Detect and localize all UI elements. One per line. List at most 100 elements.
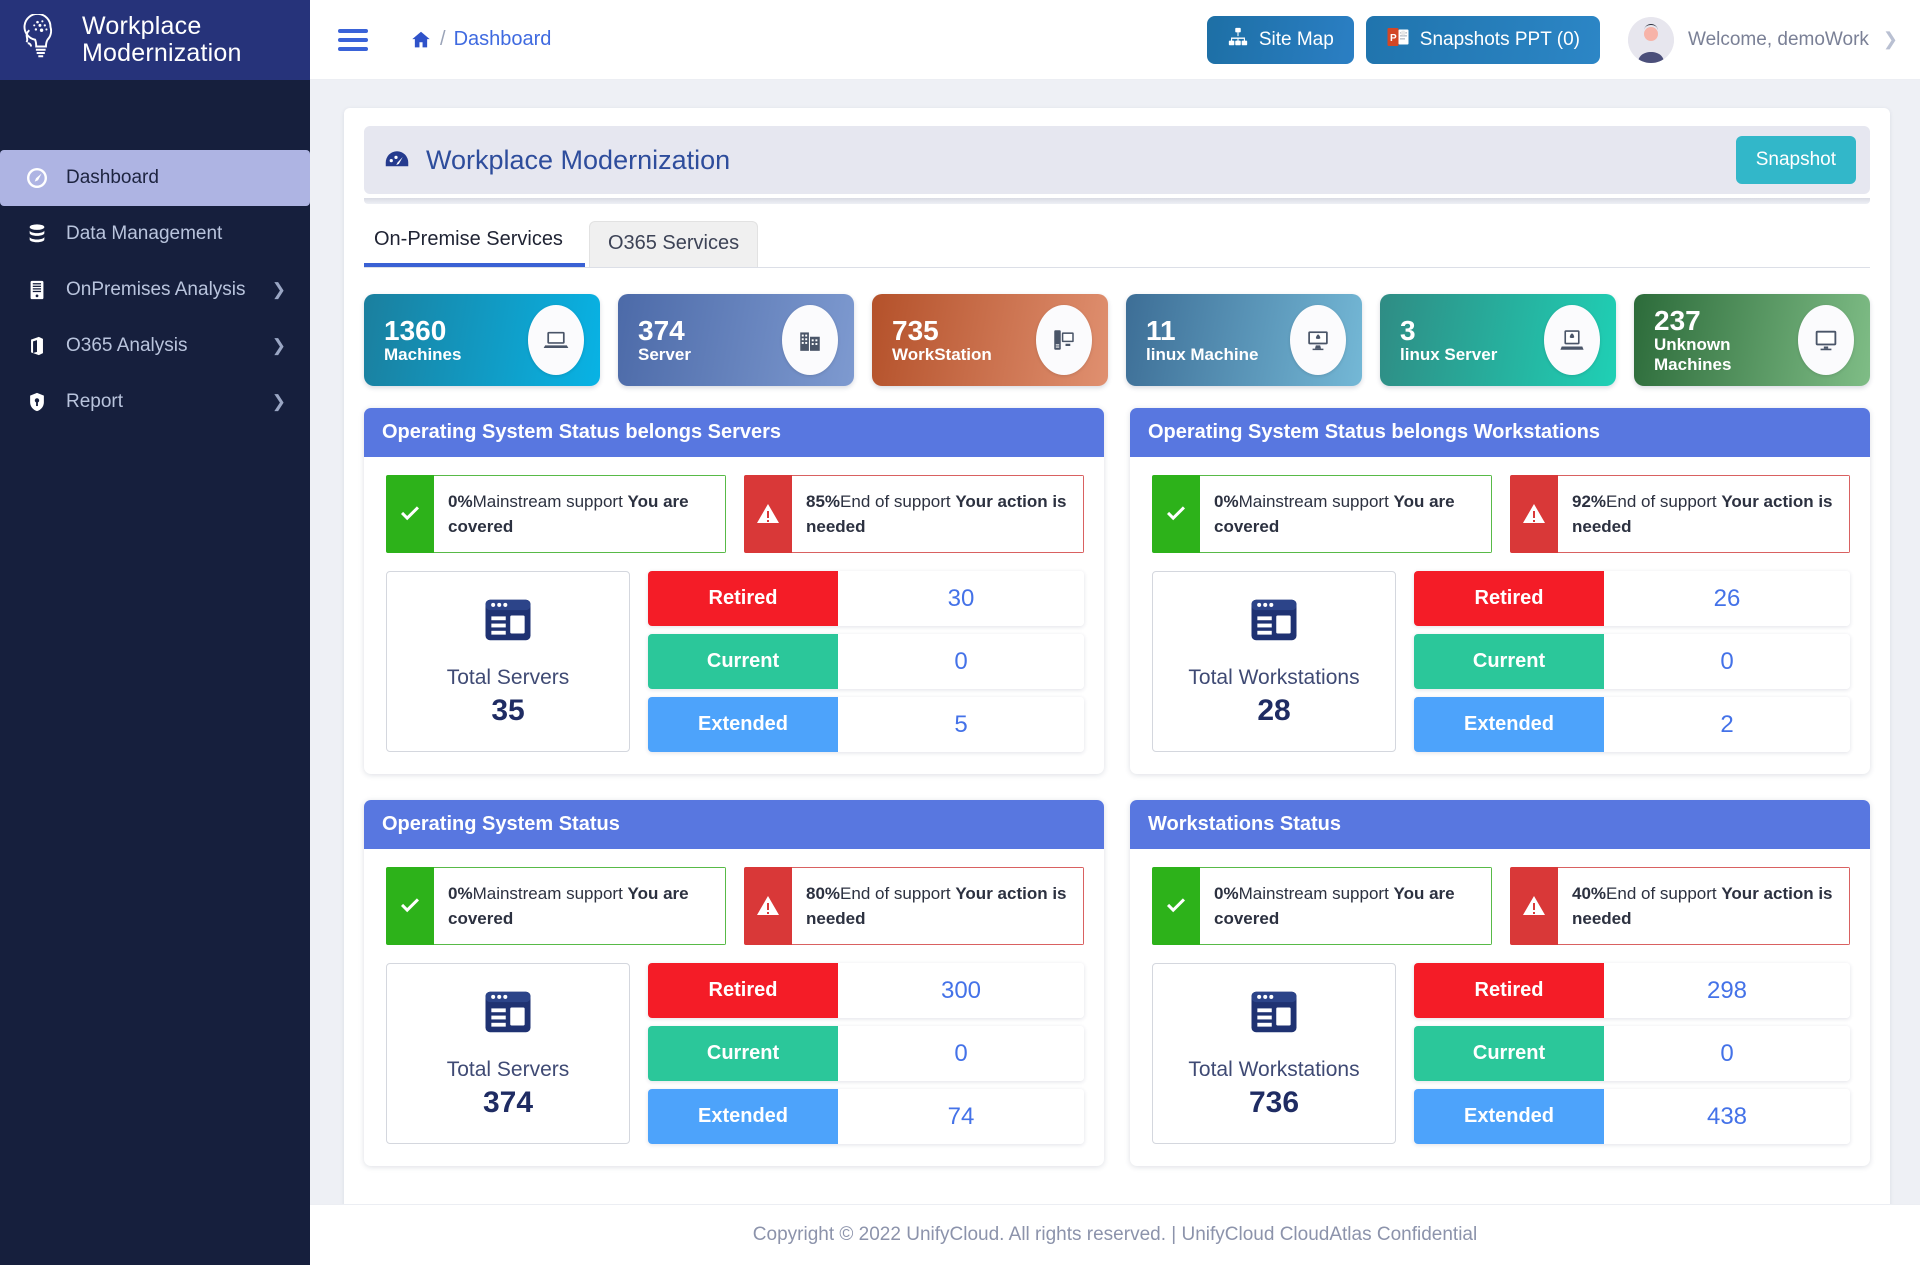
- hamburger-menu-icon[interactable]: [338, 29, 368, 51]
- total-value: 374: [483, 1086, 533, 1120]
- snapshot-button[interactable]: Snapshot: [1736, 136, 1856, 184]
- status-row-extended[interactable]: Extended 5: [648, 697, 1084, 752]
- alert-text: 0%Mainstream support You are covered: [434, 867, 726, 945]
- sidebar-item-onpremises-analysis[interactable]: OnPremises Analysis ❯: [0, 262, 310, 318]
- status-row-retired[interactable]: Retired 300: [648, 963, 1084, 1018]
- sidebar-item-data-management[interactable]: Data Management: [0, 206, 310, 262]
- stat-card-linux-server[interactable]: 3 linux Server: [1380, 294, 1616, 386]
- site-map-button[interactable]: Site Map: [1207, 16, 1354, 64]
- alert-percent: 40%: [1572, 884, 1606, 903]
- alert-message: End of support: [840, 492, 955, 511]
- panel-title: Operating System Status belongs Servers: [364, 408, 1104, 457]
- panel-column-right: Operating System Status belongs Workstat…: [1130, 408, 1870, 1166]
- stat-card-machines[interactable]: 1360 Machines: [364, 294, 600, 386]
- panel-column-left: Operating System Status belongs Servers …: [364, 408, 1104, 1166]
- browser-window-icon: [481, 593, 535, 652]
- snapshots-ppt-button-label: Snapshots PPT (0): [1420, 29, 1580, 51]
- status-row-value: 2: [1604, 697, 1850, 752]
- home-icon[interactable]: [410, 29, 432, 51]
- total-value: 35: [491, 694, 524, 728]
- sidebar-item-o365-analysis[interactable]: O365 Analysis ❯: [0, 318, 310, 374]
- status-row-retired[interactable]: Retired 298: [1414, 963, 1850, 1018]
- status-row-retired[interactable]: Retired 26: [1414, 571, 1850, 626]
- alert-message: Mainstream support: [473, 884, 628, 903]
- alert-row: 0%Mainstream support You are covered: [1152, 867, 1850, 945]
- stat-card-workstation[interactable]: 735 WorkStation: [872, 294, 1108, 386]
- tab-o365-services[interactable]: O365 Services: [589, 221, 758, 267]
- breadcrumb-current[interactable]: Dashboard: [454, 28, 552, 51]
- status-row-label: Extended: [1414, 1089, 1604, 1144]
- status-row-extended[interactable]: Extended 74: [648, 1089, 1084, 1144]
- status-row-label: Retired: [648, 963, 838, 1018]
- sidebar-item-label: Dashboard: [66, 167, 286, 189]
- browser-window-icon: [1247, 985, 1301, 1044]
- status-row-current[interactable]: Current 0: [648, 634, 1084, 689]
- alert-mainstream-support: 0%Mainstream support You are covered: [386, 475, 726, 553]
- status-rows: Retired 26 Current 0 Extende: [1414, 571, 1850, 752]
- alert-message: End of support: [1606, 884, 1721, 903]
- status-row-extended[interactable]: Extended 2: [1414, 697, 1850, 752]
- server-rack-icon: [24, 279, 50, 301]
- stat-card-unknown-machines[interactable]: 237 Unknown Machines: [1634, 294, 1870, 386]
- status-row-label: Retired: [1414, 963, 1604, 1018]
- total-label: Total Workstations: [1188, 1058, 1359, 1082]
- panel-workstations-status: Workstations Status 0%Mainstream support: [1130, 800, 1870, 1166]
- panel-body: 0%Mainstream support You are covered: [1130, 457, 1870, 774]
- alert-percent: 0%: [448, 884, 473, 903]
- sitemap-icon: [1227, 26, 1249, 54]
- total-value: 736: [1249, 1086, 1299, 1120]
- sidebar-item-label: O365 Analysis: [66, 335, 256, 357]
- user-menu[interactable]: Welcome, demoWork ❯: [1622, 17, 1898, 63]
- status-row-value: 438: [1604, 1089, 1850, 1144]
- status-row-label: Current: [648, 634, 838, 689]
- brand-logo-block[interactable]: Workplace Modernization: [0, 0, 310, 80]
- total-box: Total Workstations 28: [1152, 571, 1396, 752]
- content-area: Workplace Modernization Snapshot On-Prem…: [310, 80, 1920, 1204]
- stat-card-label: Machines: [384, 345, 461, 365]
- status-row-value: 300: [838, 963, 1084, 1018]
- status-row-extended[interactable]: Extended 438: [1414, 1089, 1850, 1144]
- alert-percent: 0%: [1214, 884, 1239, 903]
- sidebar-item-dashboard[interactable]: Dashboard: [0, 150, 310, 206]
- brand-name: Workplace Modernization: [82, 13, 242, 67]
- topbar: / Dashboard Site Map P: [310, 0, 1920, 80]
- alert-text: 80%End of support Your action is needed: [792, 867, 1084, 945]
- status-row-value: 0: [1604, 1026, 1850, 1081]
- stat-card-value: 374: [638, 316, 691, 345]
- alert-mainstream-support: 0%Mainstream support You are covered: [1152, 475, 1492, 553]
- status-rows: Retired 30 Current 0 Extende: [648, 571, 1084, 752]
- site-map-button-label: Site Map: [1259, 29, 1334, 51]
- status-row-current[interactable]: Current 0: [1414, 634, 1850, 689]
- snapshots-ppt-button[interactable]: P Snapshots PPT (0): [1366, 16, 1600, 64]
- status-row-value: 30: [838, 571, 1084, 626]
- page-header: Workplace Modernization Snapshot: [364, 126, 1870, 194]
- tab-on-premise-services[interactable]: On-Premise Services: [364, 218, 585, 267]
- alert-message: Mainstream support: [1239, 492, 1394, 511]
- panel-grid: Operating System Status belongs Servers …: [364, 408, 1870, 1166]
- stat-card-server[interactable]: 374 Server: [618, 294, 854, 386]
- sidebar-nav: Dashboard Data Management OnPremises Ana…: [0, 150, 310, 430]
- total-label: Total Servers: [447, 1058, 570, 1082]
- alert-text: 85%End of support Your action is needed: [792, 475, 1084, 553]
- alert-text: 92%End of support Your action is needed: [1558, 475, 1850, 553]
- app-root: Workplace Modernization Dashboard Data M…: [0, 0, 1920, 1265]
- sidebar-item-report[interactable]: Report ❯: [0, 374, 310, 430]
- alert-message: Mainstream support: [1239, 884, 1394, 903]
- status-row-label: Extended: [1414, 697, 1604, 752]
- status-row-retired[interactable]: Retired 30: [648, 571, 1084, 626]
- alert-text: 0%Mainstream support You are covered: [1200, 475, 1492, 553]
- alert-mainstream-support: 0%Mainstream support You are covered: [386, 867, 726, 945]
- footer: Copyright © 2022 UnifyCloud. All rights …: [310, 1204, 1920, 1265]
- alert-message: Mainstream support: [473, 492, 628, 511]
- status-rows: Retired 300 Current 0 Extend: [648, 963, 1084, 1144]
- panel-title: Operating System Status belongs Workstat…: [1130, 408, 1870, 457]
- stat-card-linux-machine[interactable]: 11 linux Machine: [1126, 294, 1362, 386]
- laptop-icon: [528, 305, 584, 375]
- status-row-value: 0: [1604, 634, 1850, 689]
- office-icon: [24, 335, 50, 357]
- check-icon: [1152, 867, 1200, 945]
- panel-os-status-servers: Operating System Status belongs Servers …: [364, 408, 1104, 774]
- status-row-current[interactable]: Current 0: [1414, 1026, 1850, 1081]
- status-row-label: Retired: [648, 571, 838, 626]
- status-row-current[interactable]: Current 0: [648, 1026, 1084, 1081]
